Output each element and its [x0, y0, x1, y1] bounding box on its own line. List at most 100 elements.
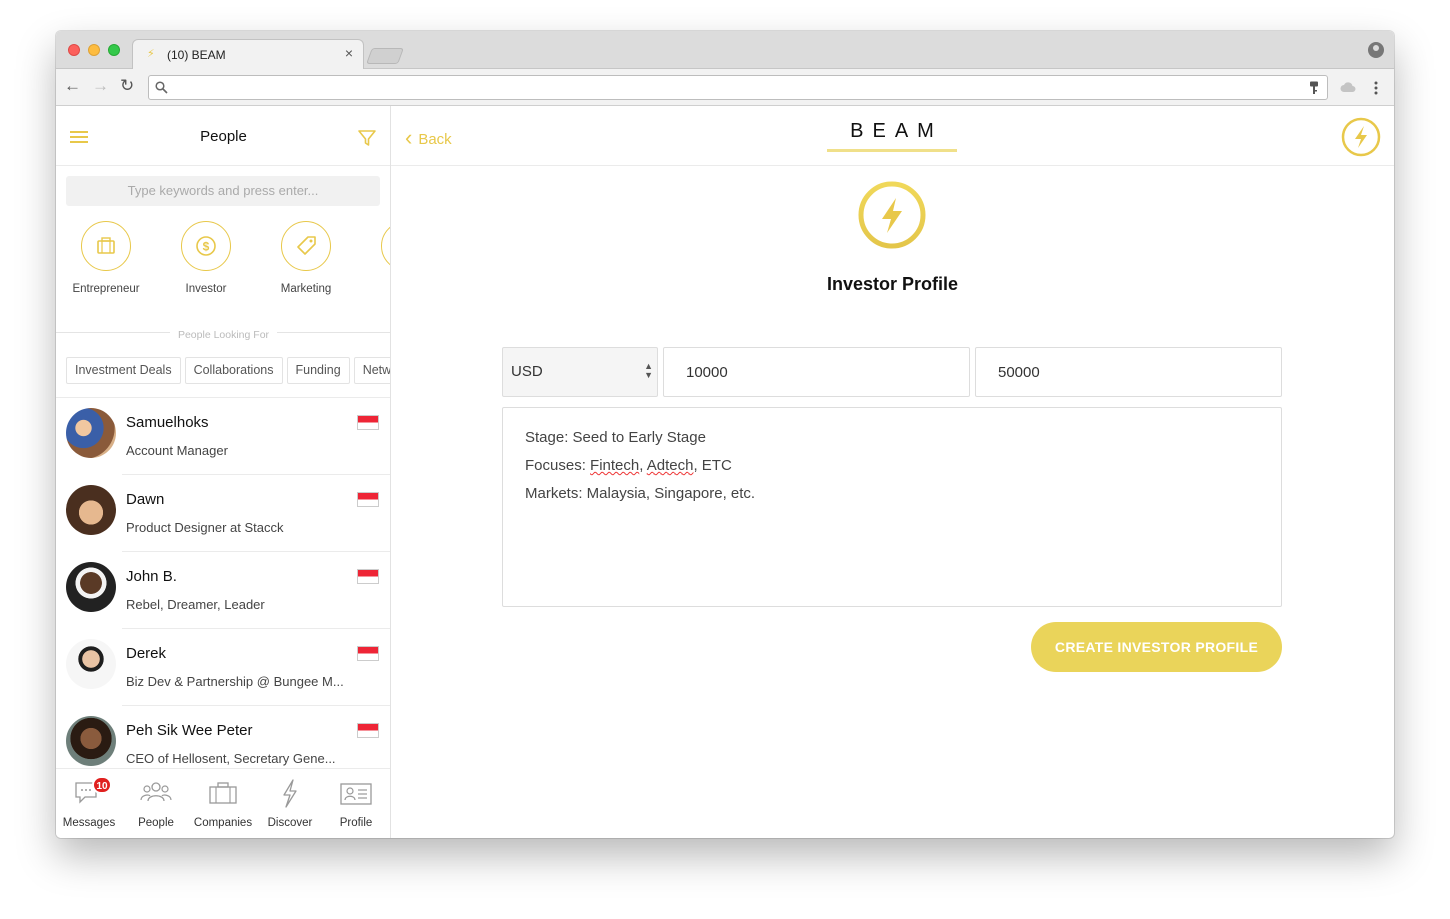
back-arrow-icon[interactable]: ←	[64, 76, 81, 96]
lightning-favicon-icon: ⚡	[147, 48, 155, 60]
person-name: Peh Sik Wee Peter	[126, 722, 253, 739]
person-title: Product Designer at Stacck	[126, 520, 284, 535]
person-title: Biz Dev & Partnership @ Bungee M...	[126, 674, 344, 689]
category-label: Entrepreneur	[72, 283, 140, 295]
chevron-left-icon: ‹	[405, 125, 413, 150]
reload-icon[interactable]: ↻	[120, 76, 134, 96]
main-header: ‹ Back BEAM	[391, 106, 1394, 166]
person-name: Samuelhoks	[126, 414, 209, 431]
cloud-extension-icon[interactable]	[1340, 81, 1356, 93]
tab-strip: ⚡ (10) BEAM ×	[56, 31, 1394, 70]
avatar	[66, 639, 116, 689]
person-title: CEO of Hellosent, Secretary Gene...	[126, 751, 336, 766]
singapore-flag-icon	[357, 723, 379, 738]
back-label: Back	[418, 130, 452, 148]
nav-profile[interactable]: Profile	[323, 769, 389, 829]
chip-funding[interactable]: Funding	[286, 357, 350, 384]
address-bar[interactable]	[148, 75, 1328, 100]
list-item[interactable]: Dawn Product Designer at Stacck	[56, 475, 390, 552]
singapore-flag-icon	[357, 415, 379, 430]
avatar	[66, 408, 116, 458]
briefcase-icon	[81, 221, 131, 271]
browser-tab[interactable]: ⚡ (10) BEAM ×	[132, 39, 364, 70]
svg-text:$: $	[202, 239, 209, 253]
currency-select[interactable]: USD ▲ ▼	[502, 347, 658, 397]
tag-icon	[281, 221, 331, 271]
investor-notes-textarea[interactable]: Stage: Seed to Early Stage Focuses: Fint…	[502, 407, 1282, 607]
page-title: Investor Profile	[826, 274, 959, 294]
misspelled-word: Adtech	[646, 457, 694, 474]
list-item[interactable]: Derek Biz Dev & Partnership @ Bungee M..…	[56, 629, 390, 706]
nav-label: Discover	[267, 817, 313, 829]
notes-line: Markets: Malaysia, Singapore, etc.	[525, 485, 756, 502]
min-amount-input[interactable]: 10000	[663, 347, 970, 397]
list-item[interactable]: Peh Sik Wee Peter CEO of Hellosent, Secr…	[56, 706, 390, 768]
beam-lightning-logo-icon	[858, 181, 926, 249]
close-window-button[interactable]	[68, 44, 80, 56]
nav-people[interactable]: People	[123, 769, 189, 829]
people-group-icon	[139, 777, 173, 811]
chip-collaborations[interactable]: Collaborations	[184, 357, 283, 384]
nav-label: Messages	[62, 817, 116, 829]
brand-logo-text: BEAM	[827, 120, 957, 152]
key-icon	[1310, 81, 1318, 94]
nav-label: Profile	[339, 817, 373, 829]
looking-for-label: People Looking For	[169, 329, 278, 341]
category-partial[interactable]: Ma	[356, 221, 390, 295]
browser-user-icon[interactable]	[1368, 42, 1384, 58]
menu-dots-icon[interactable]	[1374, 81, 1378, 95]
chip-networking[interactable]: Netw	[353, 357, 390, 384]
messages-badge: 10	[92, 776, 112, 794]
misspelled-word: Fintech	[590, 457, 640, 474]
id-card-icon	[339, 777, 373, 811]
chat-bubbles-icon: 10	[72, 776, 112, 811]
new-tab-button[interactable]	[366, 48, 404, 64]
lightning-icon	[273, 777, 307, 811]
tab-title: (10) BEAM	[167, 48, 226, 62]
looking-for-divider: People Looking For	[56, 325, 390, 341]
create-investor-profile-button[interactable]: CREATE INVESTOR PROFILE	[1031, 622, 1282, 672]
notes-line: Stage: Seed to Early Stage	[525, 429, 706, 446]
category-marketing[interactable]: Marketing	[256, 221, 356, 295]
category-row: Entrepreneur $ Investor Marketing	[56, 221, 390, 301]
person-title: Account Manager	[126, 443, 228, 458]
category-label: Marketing	[280, 283, 332, 295]
briefcase-outline-icon	[206, 777, 240, 811]
list-item[interactable]: John B. Rebel, Dreamer, Leader	[56, 552, 390, 629]
filter-icon[interactable]	[357, 128, 377, 148]
max-amount-input[interactable]: 50000	[975, 347, 1282, 397]
beam-lightning-logo-icon[interactable]	[1341, 117, 1381, 157]
select-arrows-icon: ▲ ▼	[644, 361, 653, 380]
dollar-coin-icon: $	[181, 221, 231, 271]
forward-arrow-icon[interactable]: →	[92, 76, 109, 96]
nav-companies[interactable]: Companies	[190, 769, 256, 829]
back-button[interactable]: ‹ Back	[405, 125, 452, 153]
zoom-window-button[interactable]	[108, 44, 120, 56]
singapore-flag-icon	[357, 492, 379, 507]
nav-messages[interactable]: 10 Messages	[56, 769, 122, 829]
category-label: Investor	[185, 283, 227, 295]
beam-app: People Type keywords and press enter...	[56, 106, 1394, 838]
people-sidebar: People Type keywords and press enter...	[56, 106, 391, 838]
list-item[interactable]: Samuelhoks Account Manager	[56, 398, 390, 475]
sidebar-title: People	[200, 128, 247, 145]
avatar	[66, 562, 116, 612]
category-icon	[381, 221, 390, 271]
tab-close-icon[interactable]: ×	[345, 45, 353, 61]
browser-window: ⚡ (10) BEAM × ← → ↻ People Type keywords…	[56, 31, 1394, 838]
search-input[interactable]: Type keywords and press enter...	[66, 176, 380, 206]
notes-line: Focuses: Fintech, Adtech, ETC	[525, 457, 732, 474]
singapore-flag-icon	[357, 646, 379, 661]
person-name: Dawn	[126, 491, 165, 508]
main-panel: ‹ Back BEAM Investor Profile USD ▲ ▼ 100…	[391, 106, 1394, 838]
category-entrepreneur[interactable]: Entrepreneur	[56, 221, 156, 295]
chip-investment-deals[interactable]: Investment Deals	[66, 357, 181, 384]
nav-label: People	[138, 817, 174, 829]
person-name: John B.	[126, 568, 177, 585]
bottom-nav: 10 Messages People Companies Discover Pr…	[56, 768, 390, 838]
nav-discover[interactable]: Discover	[257, 769, 323, 829]
person-name: Derek	[126, 645, 167, 662]
singapore-flag-icon	[357, 569, 379, 584]
minimize-window-button[interactable]	[88, 44, 100, 56]
category-investor[interactable]: $ Investor	[156, 221, 256, 295]
